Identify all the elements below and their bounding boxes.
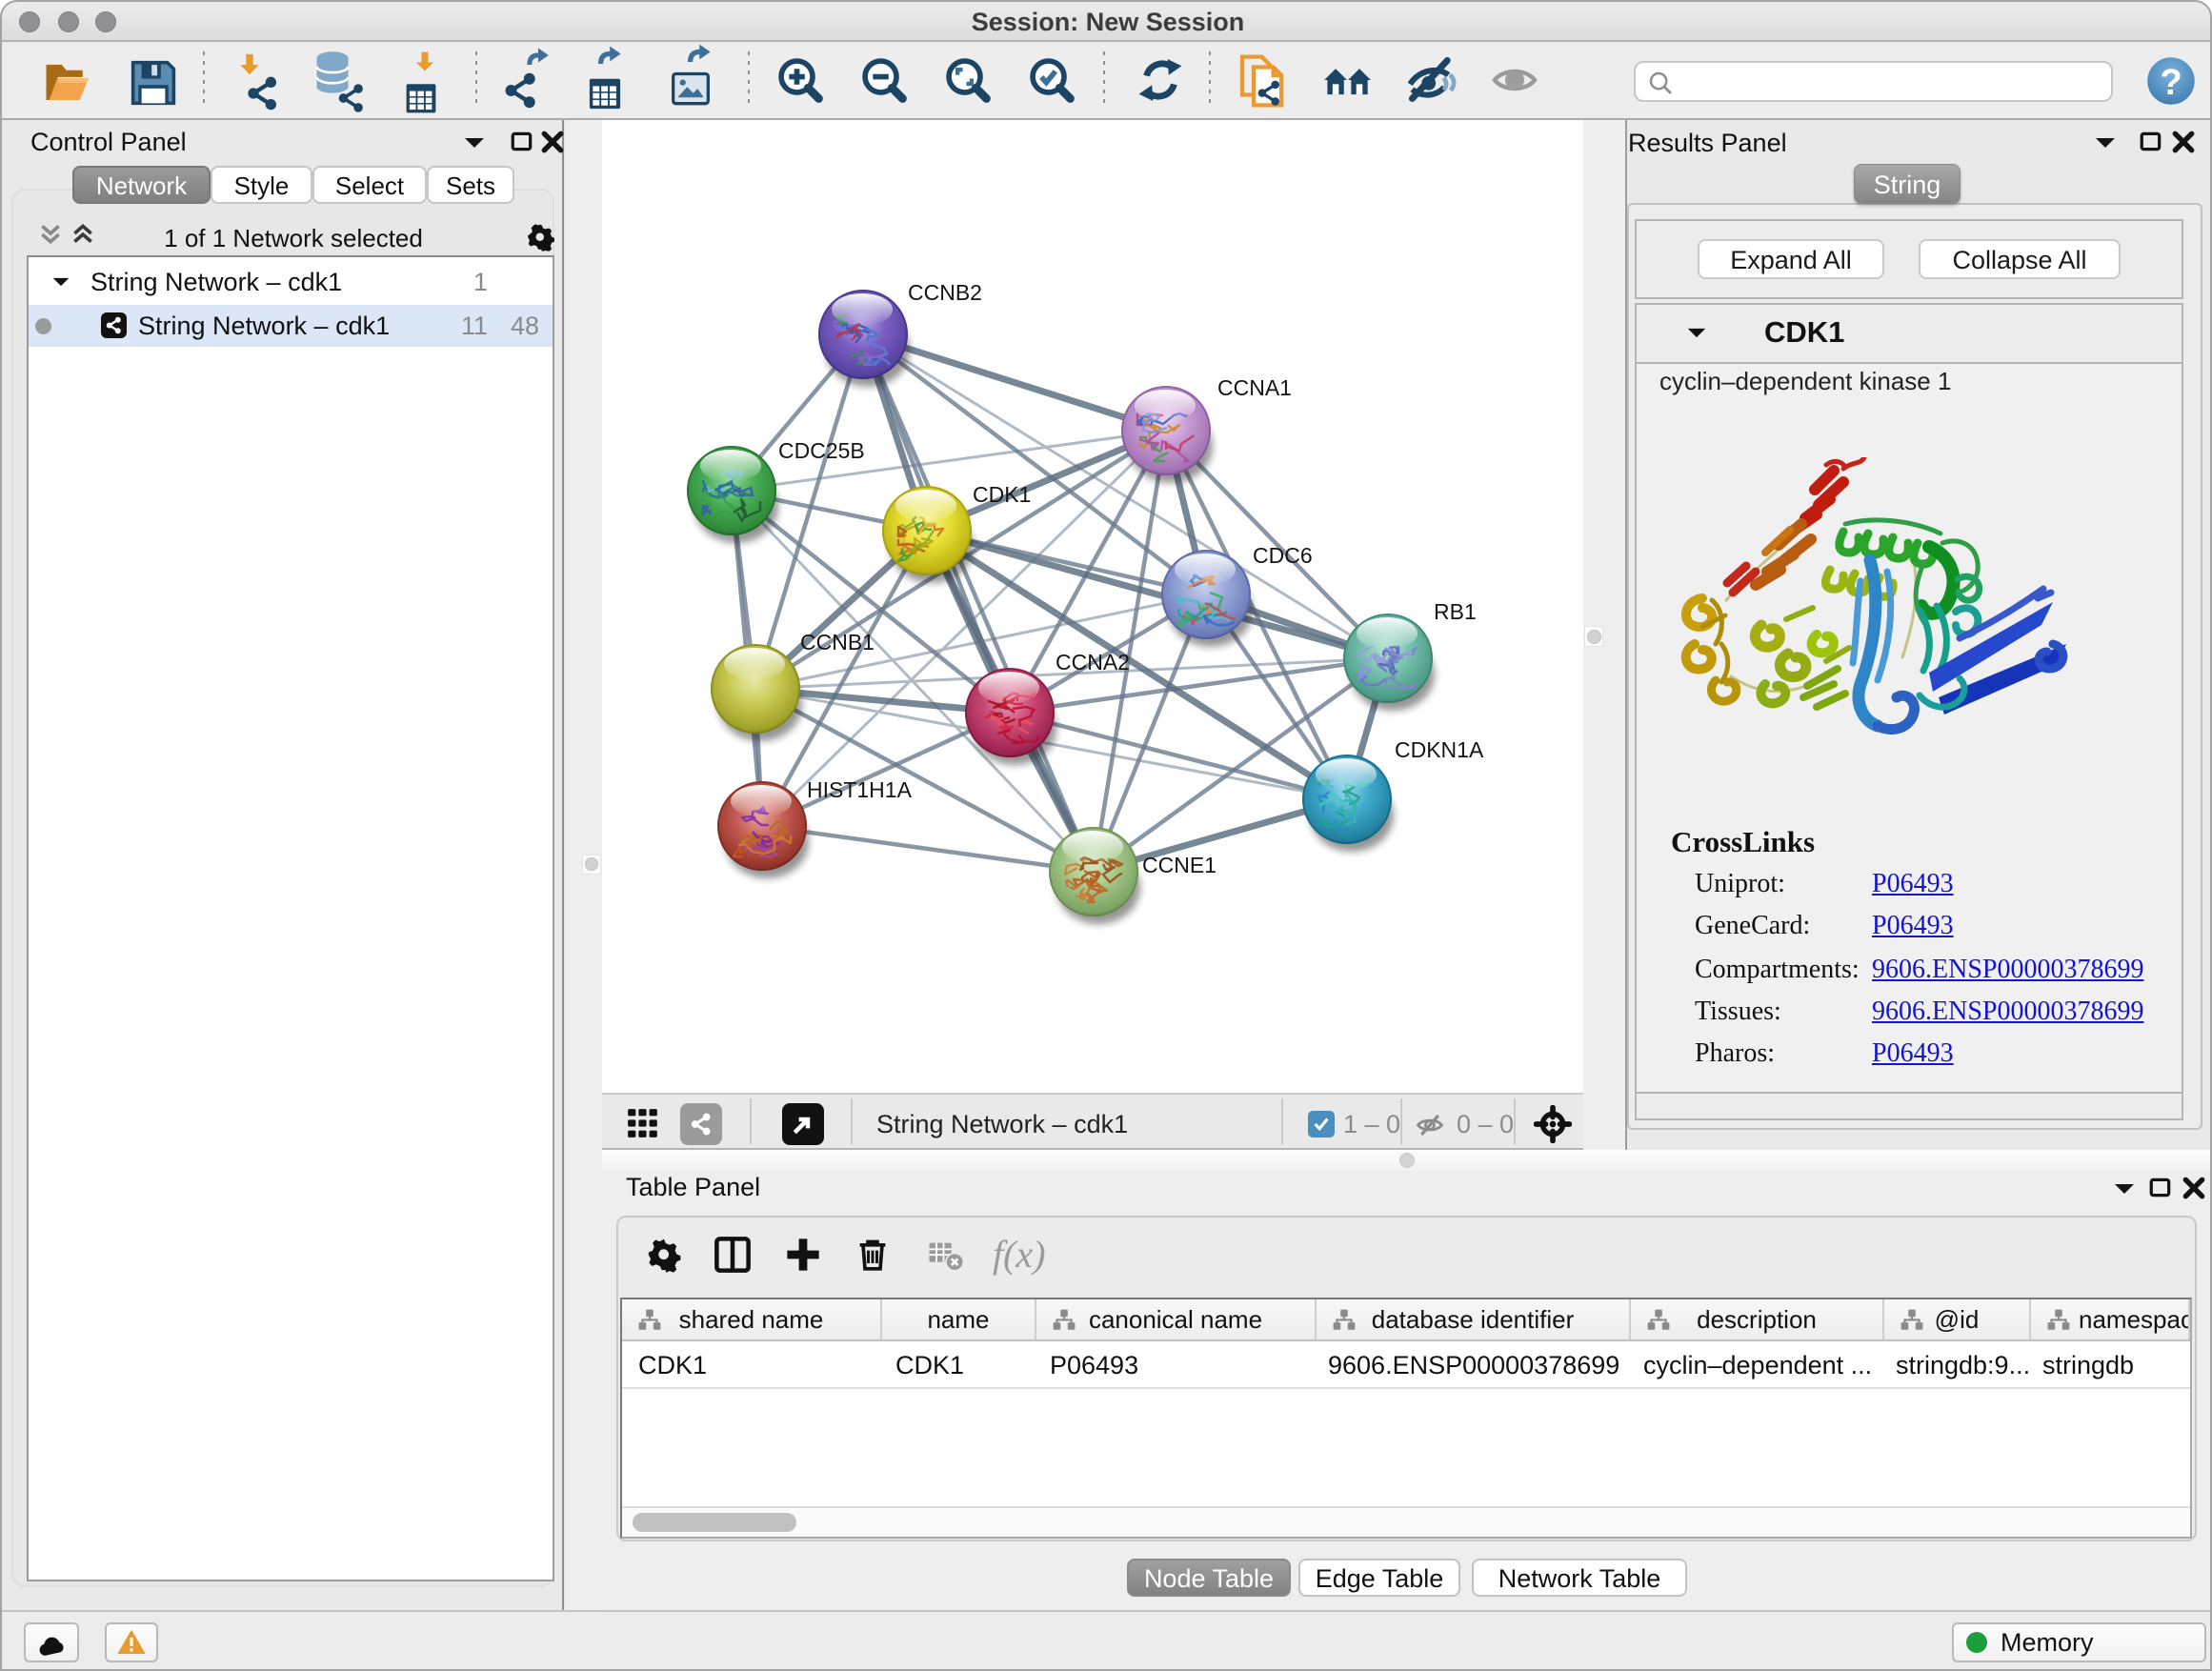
svg-text:CDKN1A: CDKN1A xyxy=(1395,737,1484,762)
svg-text:CDC6: CDC6 xyxy=(1253,543,1313,568)
svg-text:?: ? xyxy=(2160,62,2182,103)
svg-text:CDK1: CDK1 xyxy=(973,482,1031,507)
svg-text:CCNA2: CCNA2 xyxy=(1056,650,1130,674)
svg-text:CCNB2: CCNB2 xyxy=(908,280,982,305)
svg-text:CCNB1: CCNB1 xyxy=(800,630,875,654)
svg-text:RB1: RB1 xyxy=(1434,599,1477,624)
svg-text:CDC25B: CDC25B xyxy=(778,438,865,463)
svg-text:CCNA1: CCNA1 xyxy=(1217,375,1292,400)
svg-text:HIST1H1A: HIST1H1A xyxy=(807,777,913,802)
svg-text:CCNE1: CCNE1 xyxy=(1142,853,1217,877)
